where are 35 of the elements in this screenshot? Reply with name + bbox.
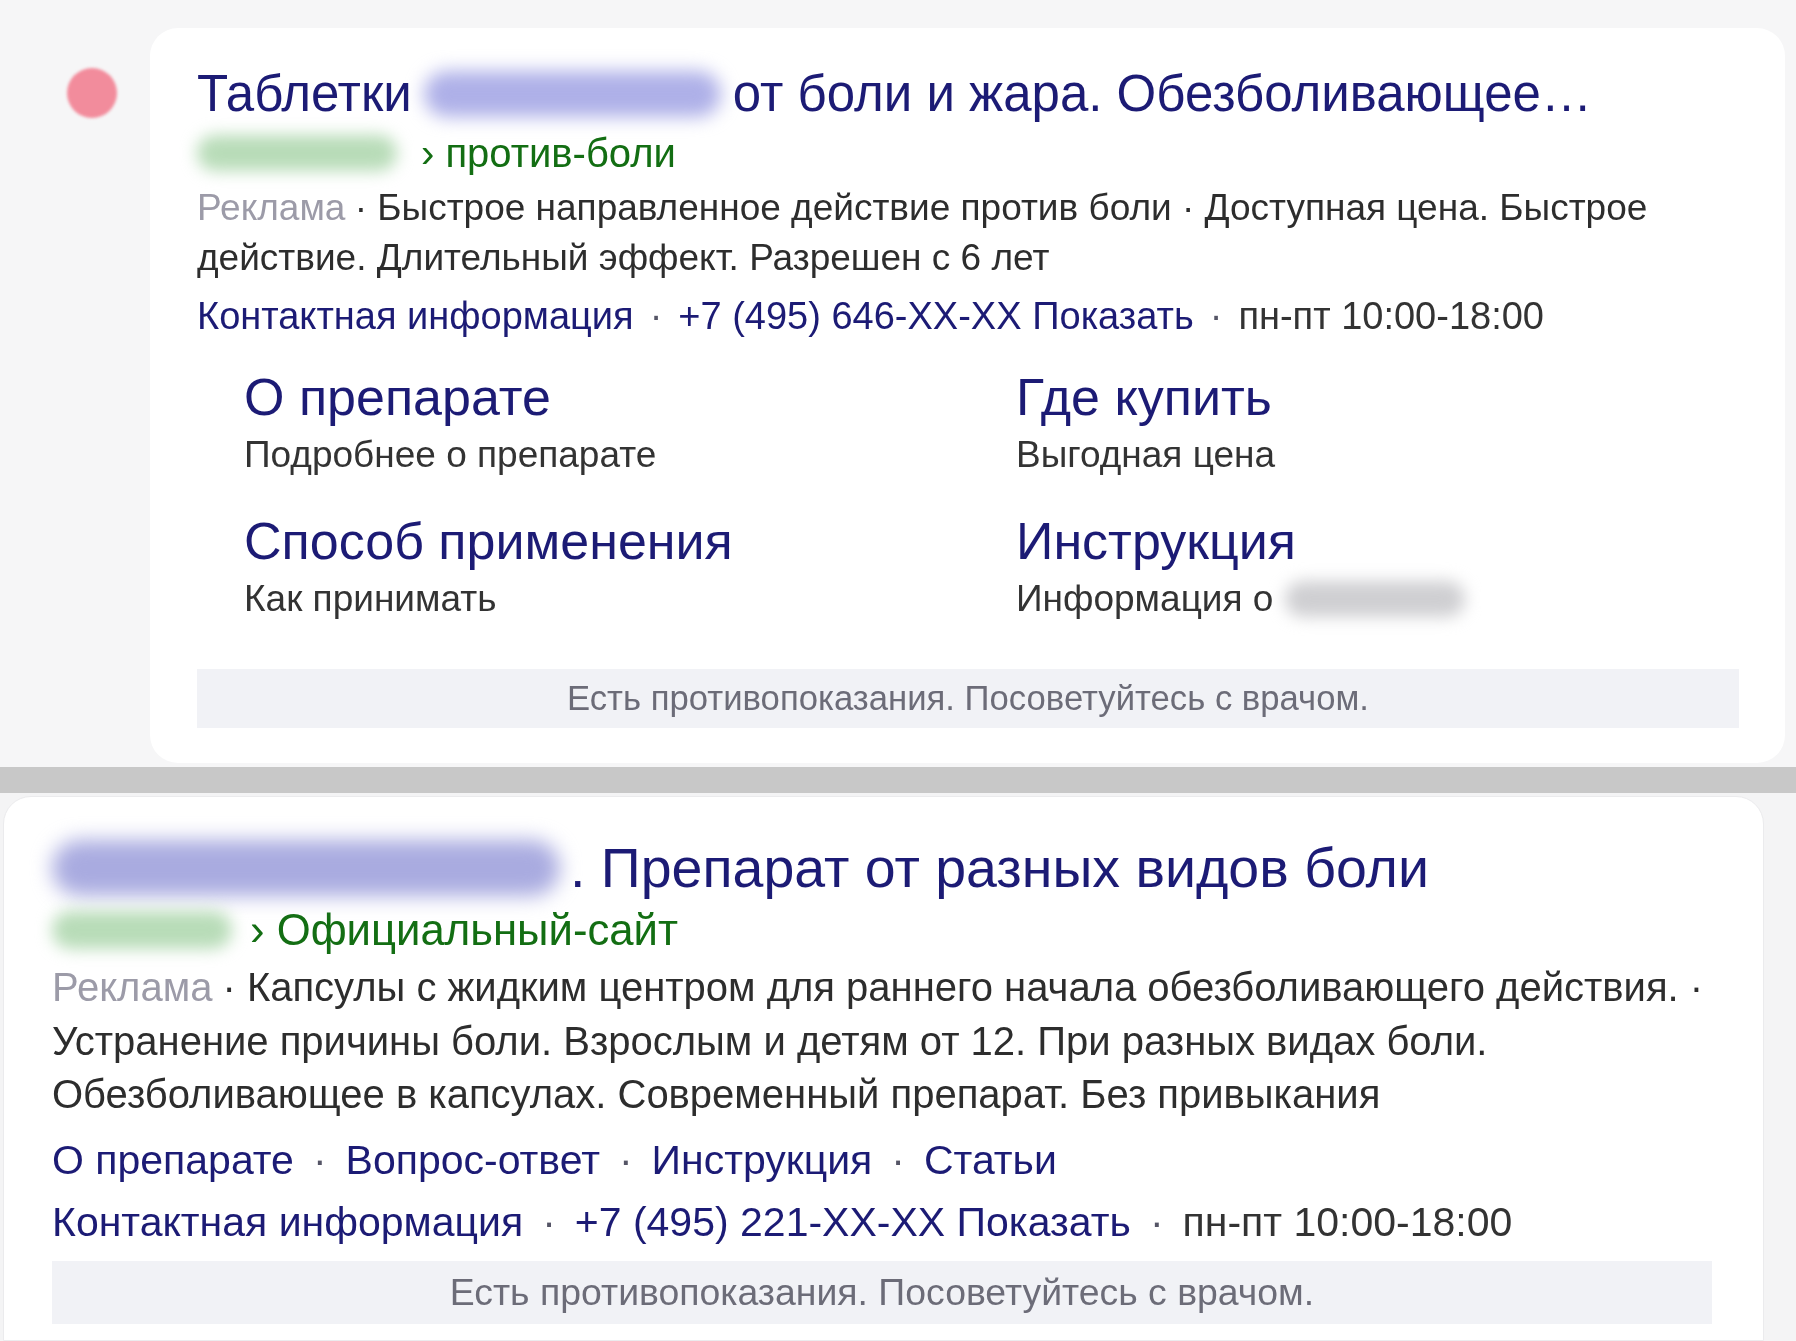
contact-link[interactable]: Показать	[1032, 291, 1194, 341]
separator-dot: ·	[542, 1197, 556, 1247]
sitelink-description: Подробнее о препарате	[244, 433, 657, 477]
sitelink-description: Информация о	[1016, 577, 1274, 621]
sitelink[interactable]: О препарате	[52, 1132, 294, 1187]
separator-dot: ·	[649, 294, 663, 339]
ad-description: Реклама · Капсулы с жидким центром для раннего начала обезболивающего действия. · Устранение причины боли. Взрослым и детям от 12. При разных видах боли. Обезболивающее в капсулах. Современный препарат. Без привыкания	[52, 964, 1705, 1118]
sitelink[interactable]: О препарате	[244, 369, 1016, 425]
sitelink-description: Выгодная цена	[1016, 433, 1275, 477]
contact-link[interactable]: Контактная информация	[197, 291, 634, 341]
sitelink[interactable]: Инструкция	[651, 1132, 873, 1187]
contact-link[interactable]: Контактная информация	[52, 1194, 524, 1249]
sitelink[interactable]: Способ применения	[244, 513, 1016, 569]
ad-title[interactable]: Таблетки	[197, 64, 412, 124]
ad-title[interactable]: . Препарат от разных видов боли	[570, 837, 1429, 899]
contact-link[interactable]: +7 (495) 221-XX-XX	[574, 1194, 946, 1249]
contact-link[interactable]: +7 (495) 646-XX-XX	[678, 291, 1022, 341]
sitelink-description: Как принимать	[244, 577, 497, 621]
warning-banner: Есть противопоказания. Посоветуйтесь с врачом.	[197, 669, 1739, 728]
working-hours: пн-пт 10:00-18:00	[1182, 1197, 1513, 1247]
separator-dot: ·	[1149, 1197, 1164, 1247]
contact-link[interactable]: Показать	[956, 1194, 1131, 1249]
sitelink[interactable]: Инструкция	[1016, 513, 1739, 569]
separator-dot: ·	[891, 1135, 905, 1185]
sitelink[interactable]: Где купить	[1016, 369, 1739, 425]
ad-title[interactable]: от боли и жара. Обезболивающее…	[732, 64, 1592, 124]
separator-dot: ·	[312, 1135, 327, 1185]
ad-description: Реклама · Быстрое направленное действие против боли · Доступная цена. Быстрое действие. Длительный эффект. Разрешен с 6 лет	[197, 186, 1649, 280]
separator-dot: ·	[1209, 294, 1223, 339]
working-hours: пн-пт 10:00-18:00	[1238, 294, 1544, 339]
sitelink[interactable]: Статьи	[924, 1132, 1057, 1187]
warning-banner: Есть противопоказания. Посоветуйтесь с врачом.	[52, 1260, 1712, 1324]
sitelink[interactable]: Вопрос-ответ	[345, 1132, 600, 1187]
separator-dot: ·	[618, 1135, 633, 1185]
url-breadcrumb[interactable]: › против-боли	[421, 123, 676, 183]
